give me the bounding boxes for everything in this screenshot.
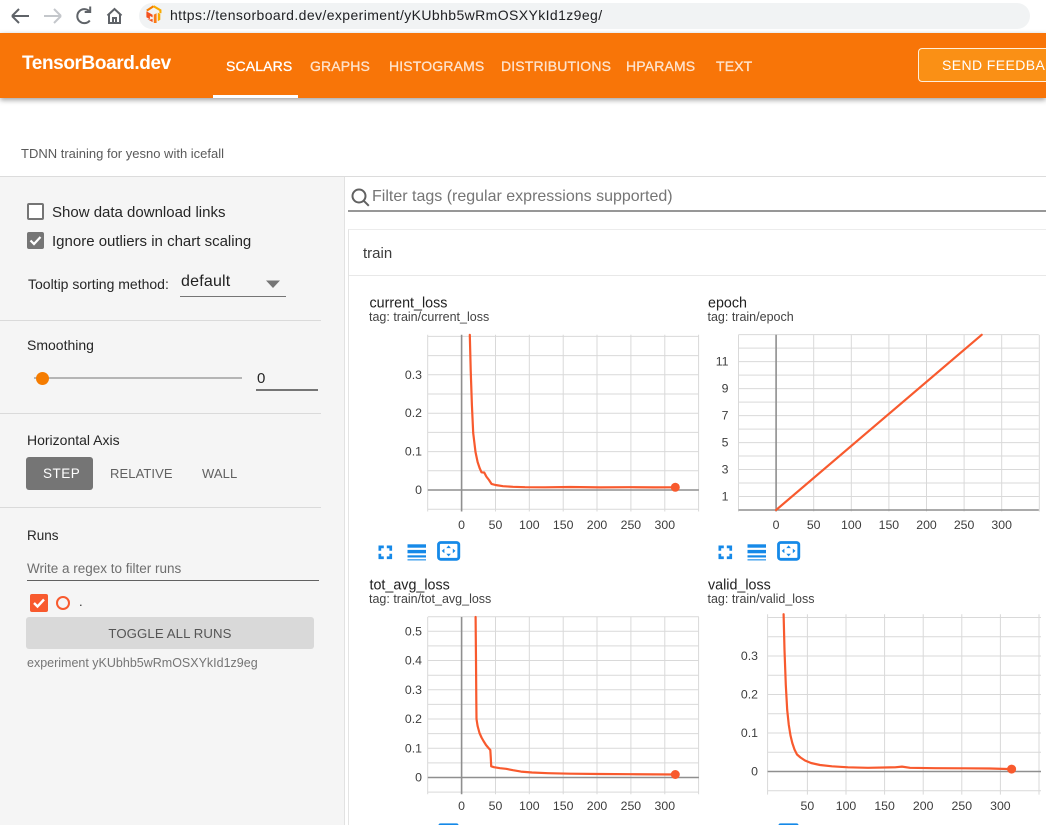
svg-text:0.4: 0.4 — [405, 654, 422, 668]
svg-text:250: 250 — [952, 799, 973, 813]
svg-text:50: 50 — [489, 518, 503, 532]
svg-text:0.1: 0.1 — [405, 445, 422, 459]
svg-text:50: 50 — [807, 518, 821, 532]
svg-text:0.3: 0.3 — [405, 368, 422, 382]
svg-text:100: 100 — [519, 518, 540, 532]
svg-text:0: 0 — [458, 799, 465, 813]
svg-text:100: 100 — [836, 799, 857, 813]
svg-text:200: 200 — [587, 518, 608, 532]
svg-text:300: 300 — [990, 799, 1011, 813]
svg-text:0.1: 0.1 — [741, 726, 758, 740]
svg-text:200: 200 — [913, 799, 934, 813]
svg-text:150: 150 — [553, 799, 574, 813]
svg-text:0: 0 — [751, 765, 758, 779]
svg-text:150: 150 — [874, 799, 895, 813]
svg-text:3: 3 — [722, 463, 729, 477]
svg-text:0: 0 — [415, 771, 422, 785]
svg-text:0.2: 0.2 — [405, 406, 422, 420]
svg-text:5: 5 — [722, 436, 729, 450]
svg-text:300: 300 — [655, 799, 676, 813]
svg-text:tag: train/epoch: tag: train/epoch — [708, 310, 794, 324]
svg-text:50: 50 — [489, 799, 503, 813]
svg-text:250: 250 — [621, 799, 642, 813]
svg-text:250: 250 — [954, 518, 975, 532]
svg-text:tag: train/valid_loss: tag: train/valid_loss — [708, 592, 815, 606]
svg-text:0: 0 — [458, 518, 465, 532]
svg-text:11: 11 — [716, 355, 729, 369]
svg-text:100: 100 — [841, 518, 862, 532]
svg-text:0.2: 0.2 — [741, 688, 758, 702]
svg-text:150: 150 — [879, 518, 900, 532]
svg-text:250: 250 — [621, 518, 642, 532]
svg-text:200: 200 — [916, 518, 937, 532]
svg-text:1: 1 — [722, 490, 729, 504]
svg-text:7: 7 — [722, 409, 729, 423]
svg-text:50: 50 — [801, 799, 815, 813]
svg-text:9: 9 — [722, 382, 729, 396]
svg-text:tag: train/tot_avg_loss: tag: train/tot_avg_loss — [369, 592, 491, 606]
svg-text:150: 150 — [553, 518, 574, 532]
svg-text:0.5: 0.5 — [405, 624, 422, 638]
svg-text:200: 200 — [587, 799, 608, 813]
svg-text:0: 0 — [415, 483, 422, 497]
svg-text:tag: train/current_loss: tag: train/current_loss — [369, 310, 489, 324]
svg-text:0.1: 0.1 — [405, 741, 422, 755]
svg-text:100: 100 — [519, 799, 540, 813]
svg-text:0.2: 0.2 — [405, 712, 422, 726]
svg-text:300: 300 — [991, 518, 1012, 532]
svg-text:0.3: 0.3 — [405, 683, 422, 697]
svg-text:0: 0 — [773, 518, 780, 532]
svg-text:300: 300 — [655, 518, 676, 532]
svg-text:0.3: 0.3 — [741, 649, 758, 663]
